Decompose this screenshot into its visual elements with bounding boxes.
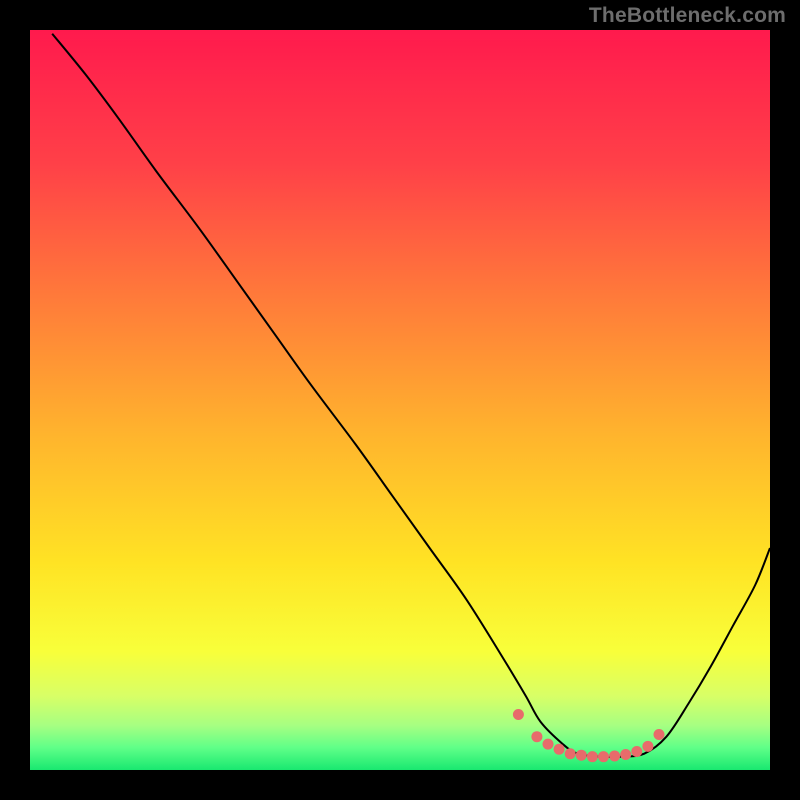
optimal-marker	[620, 749, 631, 760]
optimal-marker	[598, 751, 609, 762]
optimal-marker	[576, 750, 587, 761]
gradient-background	[30, 30, 770, 770]
watermark-text: TheBottleneck.com	[589, 4, 786, 28]
optimal-marker	[631, 746, 642, 757]
optimal-marker	[587, 751, 598, 762]
optimal-marker	[543, 739, 554, 750]
optimal-marker	[642, 741, 653, 752]
optimal-marker	[565, 748, 576, 759]
optimal-marker	[654, 729, 665, 740]
optimal-marker	[554, 744, 565, 755]
optimal-marker	[531, 731, 542, 742]
optimal-marker	[513, 709, 524, 720]
chart-frame	[30, 30, 770, 770]
bottleneck-chart	[30, 30, 770, 770]
optimal-marker	[609, 750, 620, 761]
